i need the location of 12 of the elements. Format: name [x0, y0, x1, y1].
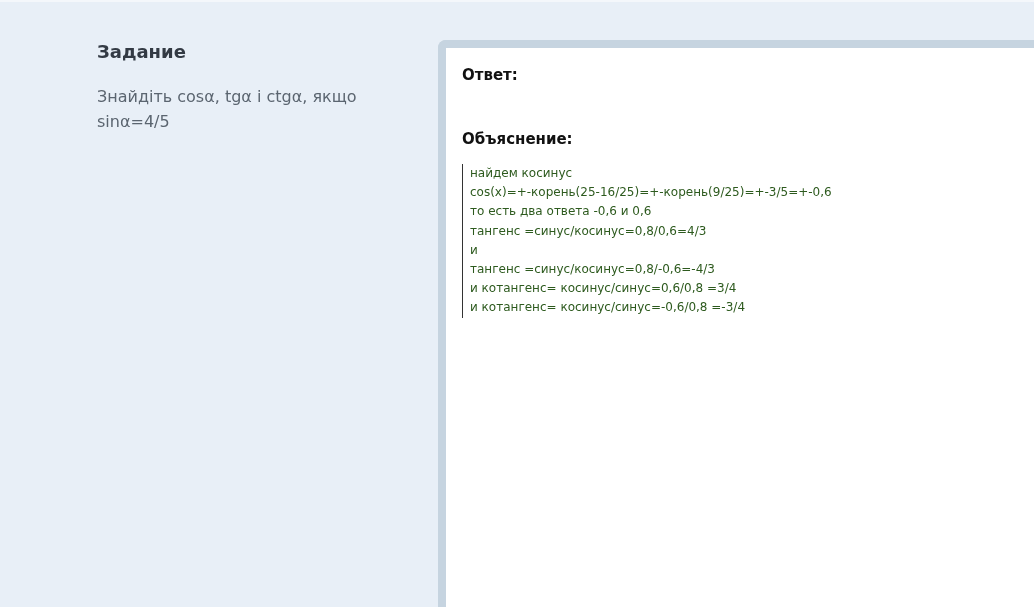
explanation-line: тангенс =синус/косинус=0,8/0,6=4/3 — [470, 222, 708, 240]
task-text: Знайдіть cosα, tgα і ctgα, якщо sinα=4/5 — [97, 86, 358, 133]
answer-label: Ответ: — [462, 66, 519, 84]
explanation-line: найдем косинус — [470, 165, 574, 182]
explanation-line: cos(x)=+-корень(25-16/25)=+-корень(9/25)=+-3/5=+-0,6 — [470, 184, 833, 202]
explanation-line: и — [470, 241, 479, 259]
explanation-line: тангенс =синус/косинус=0,8/-0,6=-4/3 — [470, 261, 716, 278]
explanation-line: и котангенс= косинус/синус=0,6/0,8 =3/4 — [470, 280, 738, 298]
task-heading: Задание — [97, 41, 187, 62]
explanation-line: то есть два ответа -0,6 и 0,6 — [470, 203, 653, 221]
explanation-label: Объяснение: — [462, 130, 574, 148]
explanation-line: и котангенс= косинус/синус=-0,6/0,8 =-3/4 — [470, 299, 746, 317]
